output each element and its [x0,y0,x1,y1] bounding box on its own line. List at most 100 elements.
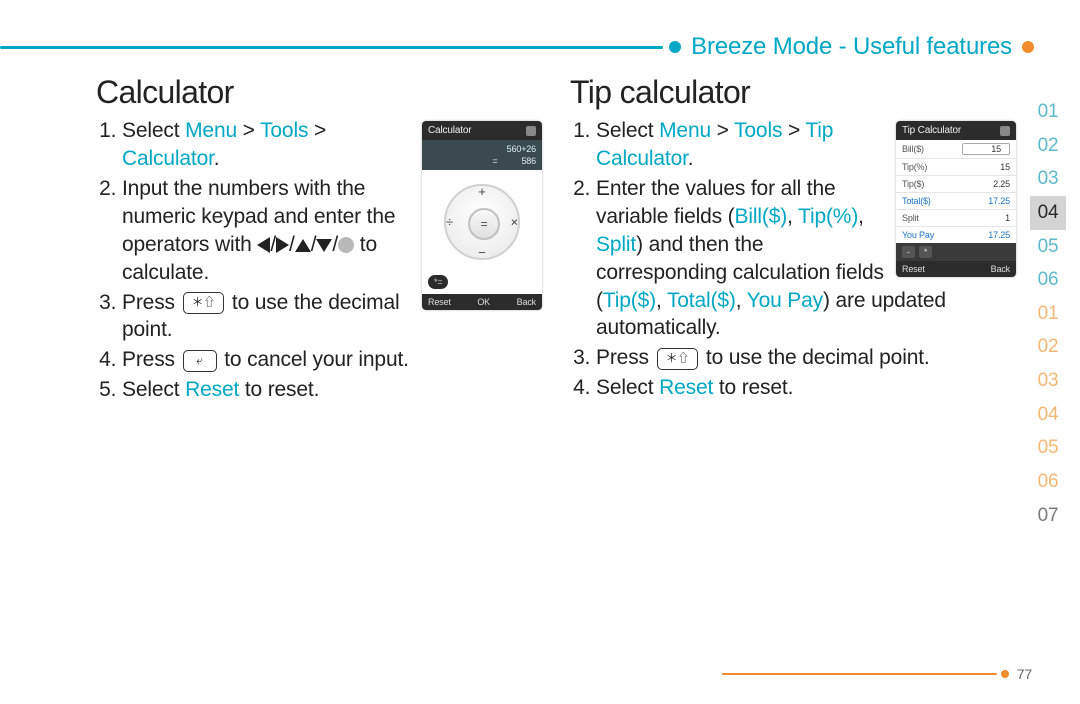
dpad-keys: //// [257,233,359,256]
text: . [688,147,694,170]
tab-b-07[interactable]: 07 [1030,499,1066,533]
tip-row-value: 17.25 [988,196,1010,206]
tip-calculator-section: Tip calculator Tip Calculator Bill($)15T… [570,74,1016,664]
tip-row-label: You Pay [902,230,934,240]
calculator-title: Calculator [96,74,542,111]
star-pill-icon: * [919,246,932,258]
star-key-icon: ＊⇧ [657,348,699,370]
calc-softkey-ok: OK [477,297,490,307]
text: Select [596,119,659,142]
dpad-up-icon: + [478,184,485,199]
tip-row-label: Tip($) [902,179,924,189]
tip-row-value: 17.25 [988,230,1010,240]
calculator-screenshot: Calculator 560+26 = 586 + − ÷ × = [422,121,542,310]
menu-link: Menu [659,119,711,142]
text: Press [122,291,181,314]
menu-link: Menu [185,119,237,142]
arrow-down-icon [316,239,332,252]
page-number-rule [722,673,997,675]
calc-display: 560+26 = 586 [422,140,542,170]
tip-row: Tip($) 2.25 [896,176,1016,193]
text: > [711,119,734,142]
tab-b-06[interactable]: 06 [1030,465,1066,499]
tip-rows: Bill($) 15 Tip(%) 15 Tip($) 2.25 Total($) 17.25… [896,140,1016,243]
calc-step-4: Press ⤶ to cancel your input. [122,346,542,374]
tip-row: Split1 [896,210,1016,227]
tab-02[interactable]: 02 [1030,129,1066,163]
tip-softkey-reset: Reset [902,264,925,274]
calc-extra-row: *= [422,272,542,294]
calc-softkey-back: Back [517,297,536,307]
tip-titlebar: Tip Calculator [896,121,1016,140]
tip-step-3: Press ＊⇧ to use the decimal point. [596,344,1016,372]
arrow-up-icon [295,239,311,252]
text: Select [596,376,659,399]
text: to reset. [713,376,793,399]
reset-link: Reset [185,378,239,401]
calc-dpad: + − ÷ × = [438,178,526,266]
back-key-icon: ⤶ [183,350,217,372]
tab-b-03[interactable]: 03 [1030,364,1066,398]
tools-link: Tools [734,119,782,142]
tab-01[interactable]: 01 [1030,95,1066,129]
tip-dollar-label: Tip($) [603,289,656,312]
tip-row-label: Bill($) [902,144,924,154]
tip-title: Tip Calculator [902,125,961,136]
tip-row-label: Tip(%) [902,162,927,172]
calc-softkeys: Reset OK Back [422,294,542,310]
tab-b-05[interactable]: 05 [1030,431,1066,465]
tab-03[interactable]: 03 [1030,162,1066,196]
text: , [858,205,864,228]
tab-05[interactable]: 05 [1030,230,1066,264]
tab-06[interactable]: 06 [1030,263,1066,297]
side-tab-nav: 01020304050601020304050607 [1030,95,1066,532]
text: , [787,205,798,228]
tab-b-01[interactable]: 01 [1030,297,1066,331]
content-columns: Calculator Calculator 560+26 = 586 + [96,74,1016,664]
tip-row-value: 15 [1000,162,1010,172]
tip-row-value: 2.25 [993,179,1010,189]
split-label: Split [596,233,636,256]
tip-calculator-title: Tip calculator [570,74,1016,111]
youpay-label: You Pay [747,289,823,312]
calc-star-equals-pill: *= [428,275,448,289]
text: Select [122,119,185,142]
total-label: Total($) [667,289,736,312]
arrow-right-icon [276,237,289,253]
tab-04[interactable]: 04 [1030,196,1066,230]
tip-softkeys: Reset Back [896,261,1016,277]
text: > [237,119,260,142]
dpad-down-icon: − [478,245,485,260]
tip-title-icon [1000,126,1010,136]
page-number: 77 [1017,666,1032,682]
arrow-left-icon [257,237,270,253]
calc-title: Calculator [428,125,471,136]
text: to use the decimal point. [700,346,929,369]
text: , [736,289,747,312]
text: Select [122,378,185,401]
text: > [782,119,805,142]
calc-result: 586 [521,156,536,166]
text: to cancel your input. [219,348,409,371]
dpad-center-icon: = [468,208,500,240]
minus-pill-icon: - [902,246,915,258]
tip-row-value: 1 [1005,213,1010,223]
tip-row: Bill($) 15 [896,140,1016,159]
tools-link: Tools [260,119,308,142]
tip-row-label: Total($) [902,196,931,206]
tab-b-04[interactable]: 04 [1030,398,1066,432]
tab-b-02[interactable]: 02 [1030,330,1066,364]
center-key-icon [338,237,354,253]
calc-title-icon [526,126,536,136]
dpad-left-icon: ÷ [446,215,453,230]
calculator-section: Calculator Calculator 560+26 = 586 + [96,74,542,664]
page-number-wrap: 77 [722,664,1032,684]
text: to reset. [239,378,319,401]
text: Press [122,348,181,371]
breadcrumb-text: Breeze Mode - Useful features [691,33,1012,61]
calc-step-5: Select Reset to reset. [122,376,542,404]
tip-row-value: 15 [962,143,1010,155]
tip-row: Tip(%) 15 [896,159,1016,176]
header-dot-teal [669,41,681,53]
calc-softkey-reset: Reset [428,297,451,307]
